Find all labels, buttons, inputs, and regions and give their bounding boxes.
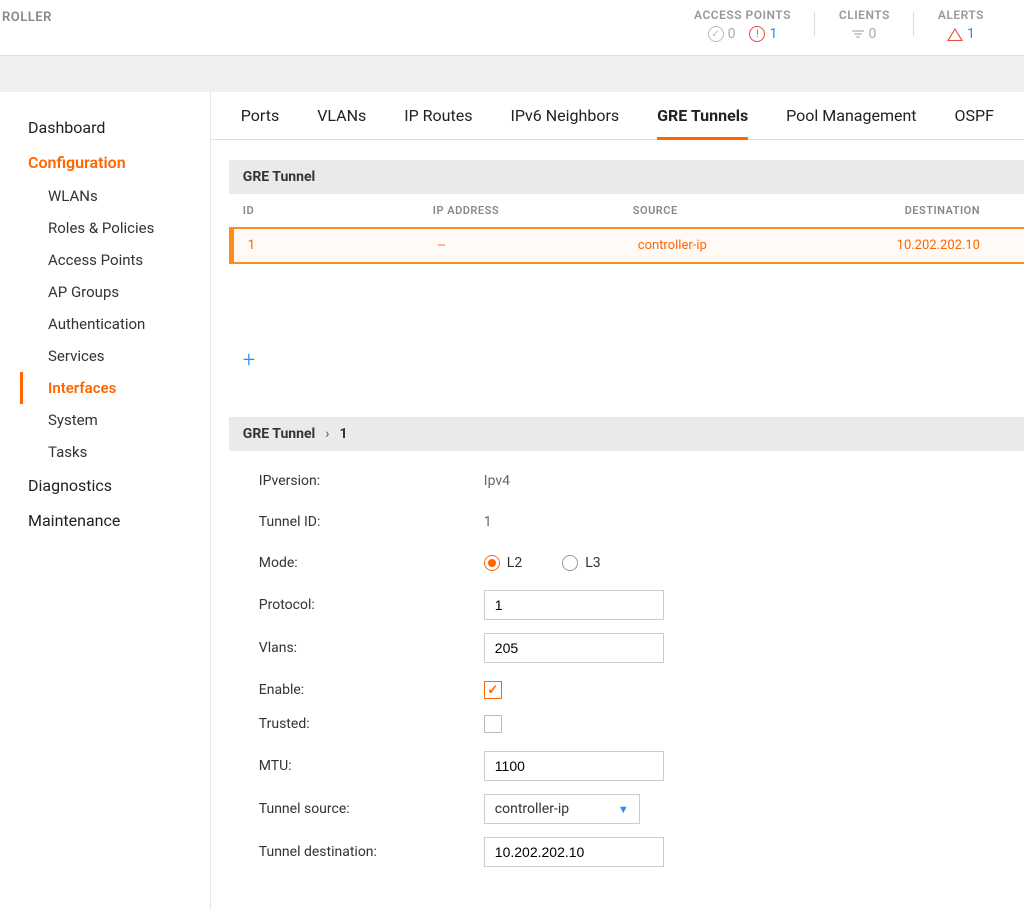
mode-l2-label: L2 [507,555,522,571]
cell-ip: -- [438,238,638,253]
enable-checkbox[interactable]: ✓ [484,681,502,699]
cell-source: controller-ip [638,238,833,253]
stat-label: ACCESS POINTS [694,8,791,22]
enable-label: Enable: [259,682,484,698]
sidebar-item-access-points[interactable]: Access Points [20,244,210,276]
tab-ospf[interactable]: OSPF [955,106,994,139]
ipversion-label: IPversion: [259,473,484,489]
tunnel-source-select[interactable]: controller-ip ▼ [484,794,640,824]
tab-gre-tunnels[interactable]: GRE Tunnels [657,106,748,140]
content-area: Ports VLANs IP Routes IPv6 Neighbors GRE… [211,92,1024,910]
add-tunnel-button[interactable]: + [243,348,255,373]
tunnelid-label: Tunnel ID: [259,514,484,530]
tunnel-destination-label: Tunnel destination: [259,844,484,860]
trusted-label: Trusted: [259,716,484,732]
cell-id: 1 [248,238,438,253]
sidebar-item-roles[interactable]: Roles & Policies [20,212,210,244]
sidebar-item-interfaces[interactable]: Interfaces [20,372,210,404]
radio-icon [562,555,578,571]
stat-ok-count: 0 [728,26,736,42]
sidebar-item-configuration[interactable]: Configuration [20,145,210,180]
tunnel-destination-input[interactable] [484,837,664,867]
stat-alerts: ALERTS 1 [914,8,1008,42]
alert-triangle-icon [947,28,963,41]
cell-destination: 10.202.202.10 [833,238,1010,253]
page-title-fragment: ROLLER [0,8,52,25]
mode-l3-label: L3 [585,555,600,571]
radio-icon [484,555,500,571]
tab-ipv6-neighbors[interactable]: IPv6 Neighbors [510,106,619,139]
vlans-label: Vlans: [259,640,484,656]
tab-bar: Ports VLANs IP Routes IPv6 Neighbors GRE… [211,92,1024,140]
sidebar: Dashboard Configuration WLANs Roles & Po… [0,92,211,910]
check-icon: ✓ [487,683,498,698]
stat-clients: CLIENTS 0 [815,8,914,42]
table-row[interactable]: 1 -- controller-ip 10.202.202.10 [229,227,1024,264]
stat-warn-count[interactable]: 1 [769,26,777,42]
mode-l3-radio[interactable]: L3 [562,555,600,571]
ipversion-value: Ipv4 [484,473,510,489]
col-header-source: SOURCE [633,204,828,217]
gre-tunnel-table: ID IP ADDRESS SOURCE DESTINATION 1 -- co… [229,194,1024,387]
stat-label: CLIENTS [839,8,890,22]
stat-clients-count: 0 [868,26,876,42]
breadcrumb-root: GRE Tunnel [243,426,315,442]
top-stats: ACCESS POINTS ✓ 0 ! 1 CLIENTS [670,8,1008,42]
col-header-ip: IP ADDRESS [433,204,633,217]
mode-l2-radio[interactable]: L2 [484,555,522,571]
sidebar-item-ap-groups[interactable]: AP Groups [20,276,210,308]
chevron-right-icon: › [325,426,329,442]
vlans-input[interactable] [484,633,664,663]
sidebar-item-services[interactable]: Services [20,340,210,372]
panel-title: GRE Tunnel [229,160,1024,194]
sidebar-item-maintenance[interactable]: Maintenance [20,503,210,538]
mtu-input[interactable] [484,751,664,781]
col-header-id: ID [243,204,433,217]
sidebar-item-diagnostics[interactable]: Diagnostics [20,468,210,503]
trusted-checkbox[interactable] [484,715,502,733]
protocol-label: Protocol: [259,597,484,613]
stat-label: ALERTS [938,8,984,22]
toolbar-strip [0,56,1024,92]
top-bar: ROLLER ACCESS POINTS ✓ 0 ! 1 CLIENTS [0,0,1024,56]
tab-vlans[interactable]: VLANs [317,106,366,139]
wifi-icon [852,30,864,38]
stat-alerts-count[interactable]: 1 [967,26,975,42]
sidebar-item-dashboard[interactable]: Dashboard [20,110,210,145]
check-circle-icon: ✓ [708,26,724,42]
tab-pool-management[interactable]: Pool Management [786,106,916,139]
col-header-destination: DESTINATION [828,204,1010,217]
tab-iproutes[interactable]: IP Routes [404,106,472,139]
gre-tunnel-form: IPversion: Ipv4 Tunnel ID: 1 Mode: L2 [229,451,1024,867]
sidebar-item-wlans[interactable]: WLANs [20,180,210,212]
sidebar-item-tasks[interactable]: Tasks [20,436,210,468]
sidebar-item-system[interactable]: System [20,404,210,436]
stat-access-points: ACCESS POINTS ✓ 0 ! 1 [670,8,815,42]
tunnel-source-value: controller-ip [495,801,569,817]
mtu-label: MTU: [259,758,484,774]
breadcrumb-id: 1 [339,426,347,442]
tunnelid-value: 1 [484,514,492,530]
chevron-down-icon: ▼ [618,803,629,816]
alert-circle-icon: ! [749,26,765,42]
protocol-input[interactable] [484,590,664,620]
sidebar-item-authentication[interactable]: Authentication [20,308,210,340]
detail-breadcrumb: GRE Tunnel › 1 [229,417,1024,451]
mode-label: Mode: [259,555,484,571]
tunnel-source-label: Tunnel source: [259,801,484,817]
table-header-row: ID IP ADDRESS SOURCE DESTINATION [229,194,1024,227]
tab-ports[interactable]: Ports [241,106,279,139]
